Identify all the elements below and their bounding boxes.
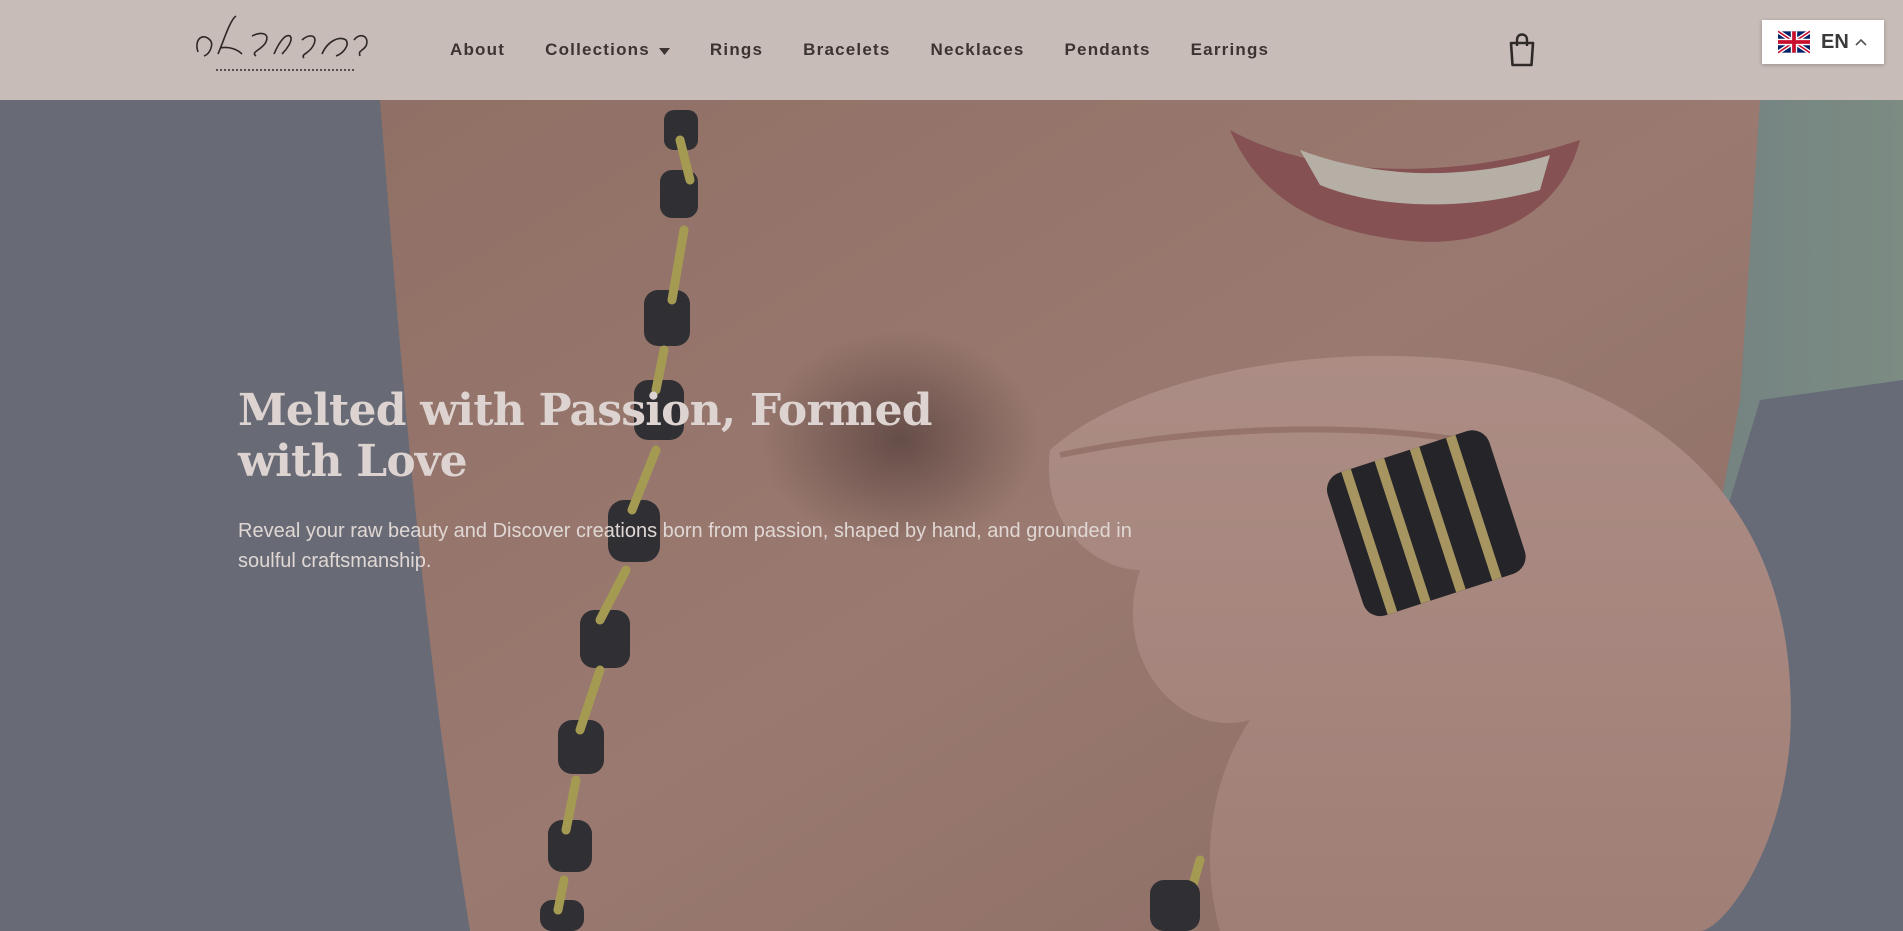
language-code: EN xyxy=(1821,30,1849,53)
nav-necklaces[interactable]: Necklaces xyxy=(931,40,1025,60)
nav-pendants-label: Pendants xyxy=(1064,40,1151,59)
nav-necklaces-label: Necklaces xyxy=(930,40,1025,59)
nav-bracelets-label: Bracelets xyxy=(803,40,891,59)
nav-about-label: About xyxy=(450,40,506,59)
language-switcher[interactable]: EN xyxy=(1762,20,1884,64)
nav-collections-label: Collections xyxy=(545,40,650,59)
nav-pendants[interactable]: Pendants xyxy=(1065,40,1151,60)
logo-signature-icon xyxy=(196,15,368,71)
nav-earrings[interactable]: Earrings xyxy=(1191,40,1270,60)
hero-banner: Melted with Passion, Formed with Love Re… xyxy=(0,100,1903,931)
nav-bracelets[interactable]: Bracelets xyxy=(803,40,890,60)
site-header: About Collections Rings Bracelets Neckla… xyxy=(0,0,1903,100)
hero-title: Melted with Passion, Formed with Love xyxy=(238,385,933,487)
main-nav: About Collections Rings Bracelets Neckla… xyxy=(430,0,1289,100)
site-logo[interactable] xyxy=(190,10,380,80)
nav-collections[interactable]: Collections xyxy=(545,40,670,60)
uk-flag-icon xyxy=(1778,30,1810,54)
chevron-up-icon xyxy=(1855,38,1867,46)
nav-earrings-label: Earrings xyxy=(1190,40,1270,59)
hero-subtitle: Reveal your raw beauty and Discover crea… xyxy=(238,520,1132,572)
nav-rings[interactable]: Rings xyxy=(710,40,763,60)
nav-rings-label: Rings xyxy=(709,40,764,59)
nav-about[interactable]: About xyxy=(450,40,505,60)
cart-button[interactable] xyxy=(1506,32,1538,68)
caret-down-icon xyxy=(658,40,670,60)
shopping-bag-icon xyxy=(1509,33,1535,67)
